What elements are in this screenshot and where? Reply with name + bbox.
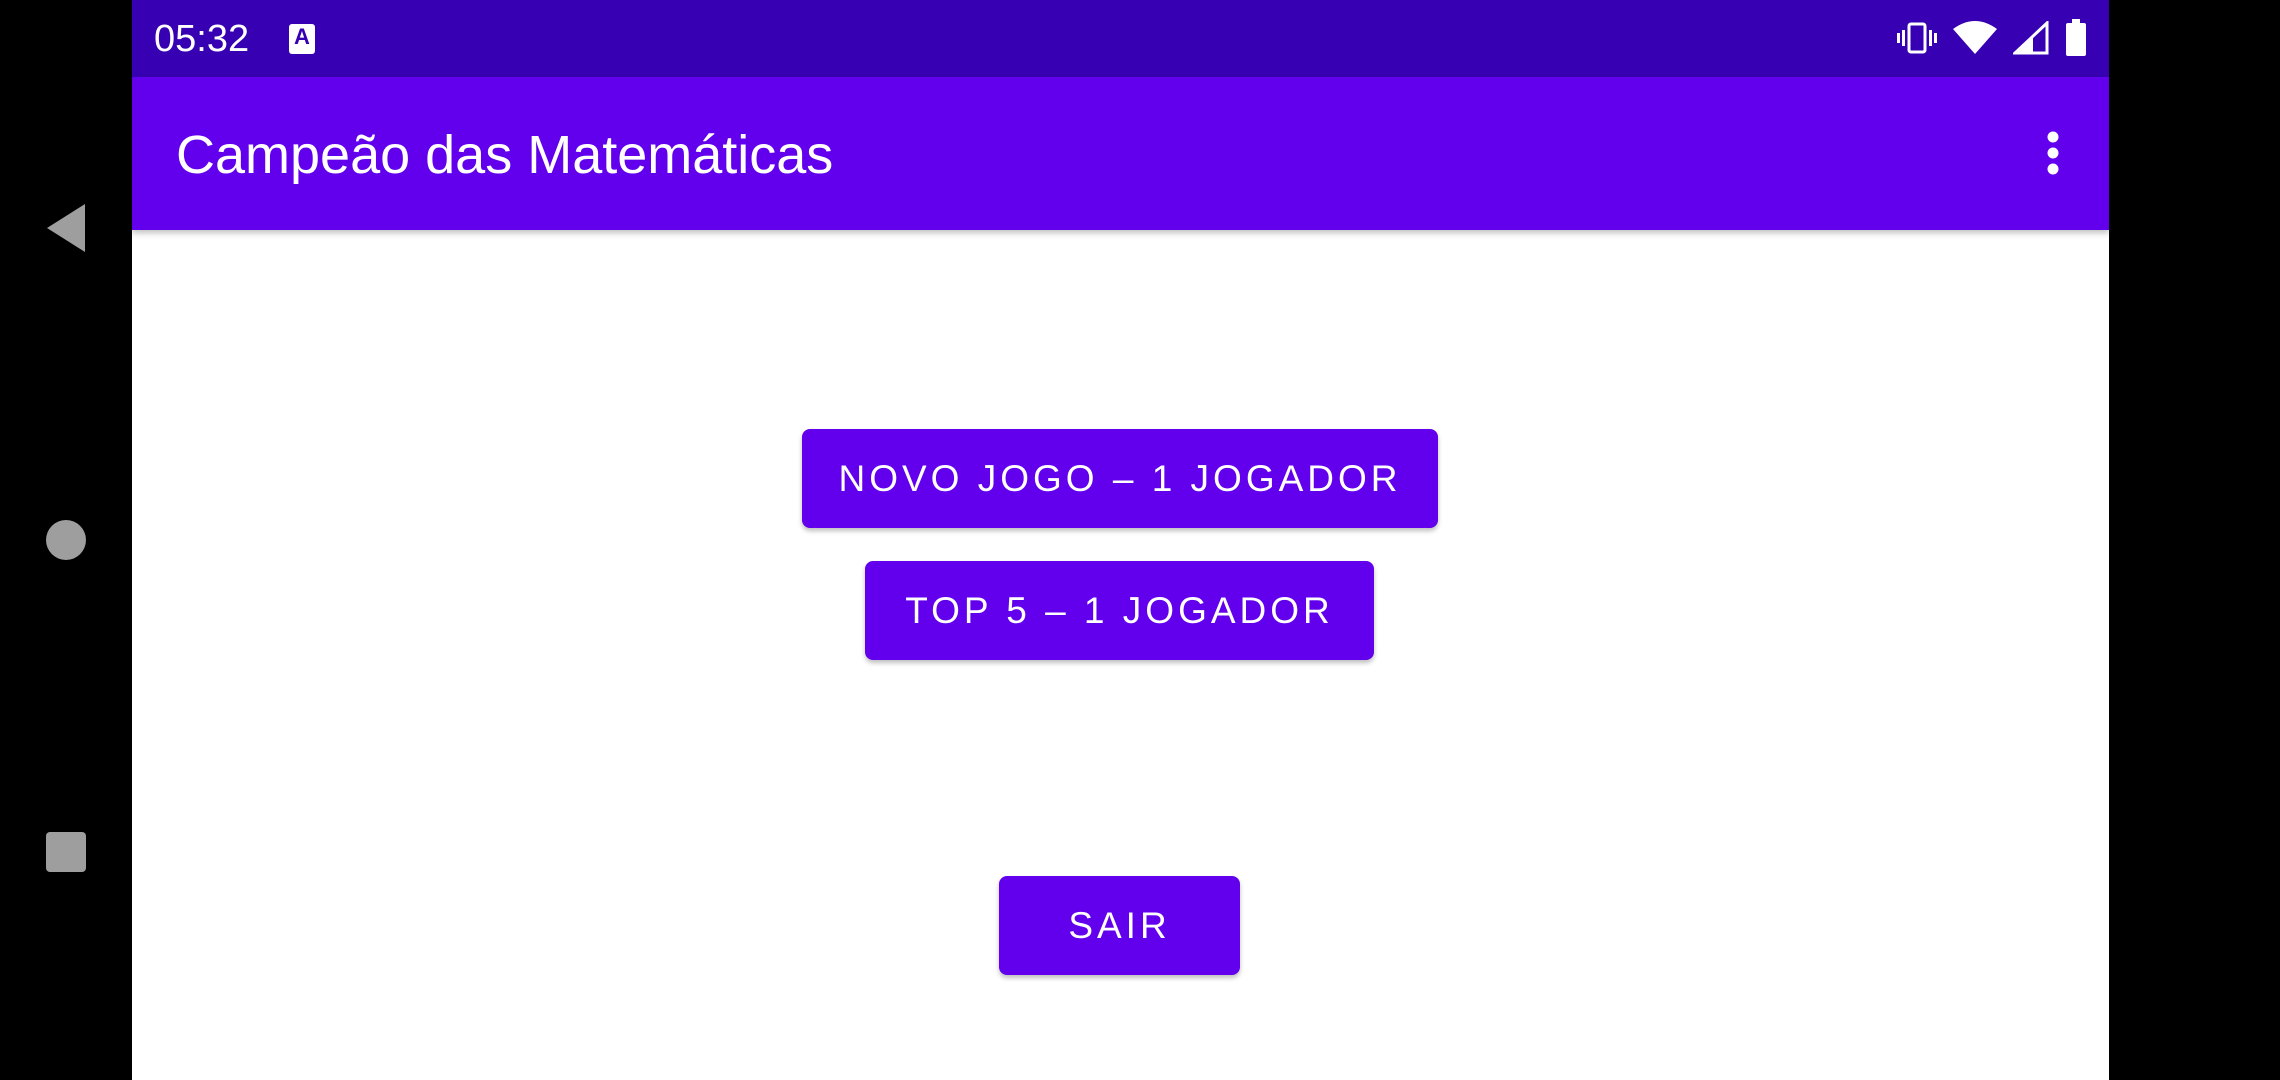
top5-button[interactable]: TOP 5 – 1 JOGADOR — [865, 561, 1374, 660]
back-button[interactable] — [40, 202, 92, 254]
more-vert-icon — [2047, 131, 2059, 175]
new-game-button[interactable]: NOVO JOGO – 1 JOGADOR — [802, 429, 1438, 528]
status-icons — [1897, 16, 2087, 60]
signal-icon — [2013, 21, 2049, 55]
home-button[interactable] — [40, 514, 92, 566]
vibrate-icon — [1897, 22, 1937, 54]
home-icon — [46, 520, 86, 560]
navigation-bar — [0, 0, 132, 1080]
back-icon — [47, 204, 85, 252]
recents-button[interactable] — [40, 826, 92, 878]
status-bar: 05:32 A — [132, 0, 2109, 77]
overflow-menu-button[interactable] — [2033, 123, 2073, 183]
status-time: 05:32 — [154, 18, 250, 60]
main-content: NOVO JOGO – 1 JOGADOR TOP 5 – 1 JOGADOR … — [132, 230, 2109, 1080]
device-frame: 05:32 A Campeão das Matemáticas NOVO JOG… — [0, 0, 2280, 1080]
recents-icon — [46, 832, 86, 872]
battery-icon — [2066, 19, 2086, 56]
app-bar: Campeão das Matemáticas — [132, 77, 2109, 230]
app-screen: 05:32 A Campeão das Matemáticas NOVO JOG… — [132, 0, 2109, 1080]
wifi-icon — [1953, 21, 1997, 54]
notification-app-icon: A — [289, 24, 315, 54]
exit-button[interactable]: SAIR — [999, 876, 1240, 975]
app-title: Campeão das Matemáticas — [176, 125, 834, 185]
